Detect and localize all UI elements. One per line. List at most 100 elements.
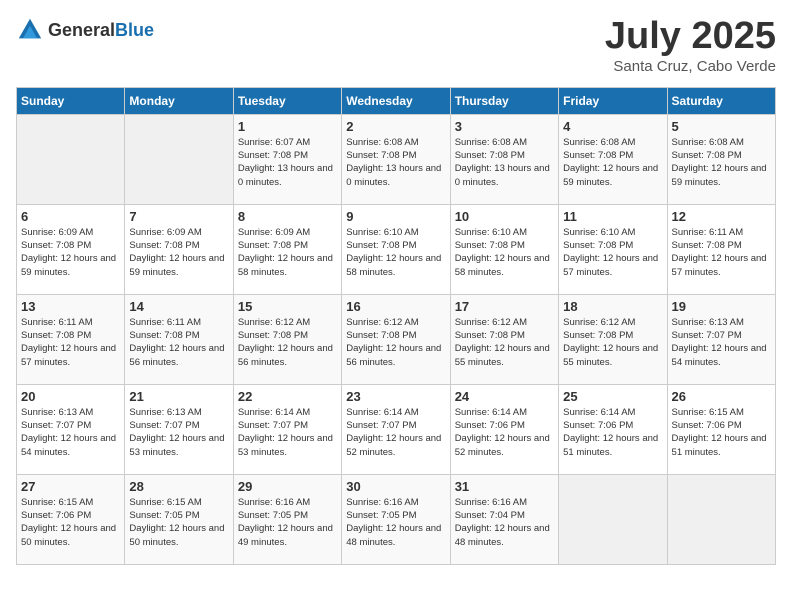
day-number: 3 — [455, 119, 554, 134]
day-info: Sunrise: 6:15 AM Sunset: 7:05 PM Dayligh… — [129, 496, 228, 549]
day-number: 5 — [672, 119, 771, 134]
calendar-cell: 27Sunrise: 6:15 AM Sunset: 7:06 PM Dayli… — [17, 474, 125, 564]
location: Santa Cruz, Cabo Verde — [605, 58, 776, 75]
week-row-1: 1 Sunrise: 6:07 AM Sunset: 7:08 PM Daylig… — [17, 114, 776, 204]
day-info: Sunrise: 6:10 AM Sunset: 7:08 PM Dayligh… — [346, 226, 445, 279]
day-number: 16 — [346, 299, 445, 314]
day-number: 23 — [346, 389, 445, 404]
day-info: Sunrise: 6:09 AM Sunset: 7:08 PM Dayligh… — [21, 226, 120, 279]
day-info: Sunrise: 6:14 AM Sunset: 7:06 PM Dayligh… — [563, 406, 662, 459]
day-info: Sunrise: 6:09 AM Sunset: 7:08 PM Dayligh… — [238, 226, 337, 279]
logo-icon — [16, 16, 44, 44]
day-info: Sunrise: 6:13 AM Sunset: 7:07 PM Dayligh… — [672, 316, 771, 369]
calendar-cell: 15 Sunrise: 6:12 AM Sunset: 7:08 PM Dayli… — [233, 294, 341, 384]
calendar-cell — [559, 474, 667, 564]
day-number: 15 — [238, 299, 337, 314]
calendar-cell: 31 Sunrise: 6:16 AM Sunset: 7:04 PM Dayli… — [450, 474, 558, 564]
day-number: 8 — [238, 209, 337, 224]
day-info: Sunrise: 6:16 AM Sunset: 7:05 PM Dayligh… — [238, 496, 337, 549]
calendar-cell: 6 Sunrise: 6:09 AM Sunset: 7:08 PM Daylig… — [17, 204, 125, 294]
logo: GeneralBlue — [16, 16, 154, 44]
day-info: Sunrise: 6:12 AM Sunset: 7:08 PM Dayligh… — [563, 316, 662, 369]
day-info: Sunrise: 6:10 AM Sunset: 7:08 PM Dayligh… — [455, 226, 554, 279]
calendar-cell: 13Sunrise: 6:11 AM Sunset: 7:08 PM Dayli… — [17, 294, 125, 384]
day-info: Sunrise: 6:13 AM Sunset: 7:07 PM Dayligh… — [129, 406, 228, 459]
calendar-cell: 4 Sunrise: 6:08 AM Sunset: 7:08 PM Daylig… — [559, 114, 667, 204]
weekday-header-wednesday: Wednesday — [342, 87, 450, 114]
calendar-cell: 18Sunrise: 6:12 AM Sunset: 7:08 PM Dayli… — [559, 294, 667, 384]
day-info: Sunrise: 6:14 AM Sunset: 7:06 PM Dayligh… — [455, 406, 554, 459]
day-info: Sunrise: 6:08 AM Sunset: 7:08 PM Dayligh… — [346, 136, 445, 189]
calendar-table: SundayMondayTuesdayWednesdayThursdayFrid… — [16, 87, 776, 565]
day-number: 6 — [21, 209, 120, 224]
day-info: Sunrise: 6:07 AM Sunset: 7:08 PM Dayligh… — [238, 136, 337, 189]
calendar-cell: 10Sunrise: 6:10 AM Sunset: 7:08 PM Dayli… — [450, 204, 558, 294]
day-info: Sunrise: 6:12 AM Sunset: 7:08 PM Dayligh… — [346, 316, 445, 369]
weekday-header-saturday: Saturday — [667, 87, 775, 114]
day-number: 19 — [672, 299, 771, 314]
weekday-header-friday: Friday — [559, 87, 667, 114]
calendar-cell — [17, 114, 125, 204]
calendar-cell: 22 Sunrise: 6:14 AM Sunset: 7:07 PM Dayli… — [233, 384, 341, 474]
week-row-4: 20 Sunrise: 6:13 AM Sunset: 7:07 PM Dayli… — [17, 384, 776, 474]
calendar-cell: 16 Sunrise: 6:12 AM Sunset: 7:08 PM Dayli… — [342, 294, 450, 384]
weekday-header-monday: Monday — [125, 87, 233, 114]
calendar-cell — [125, 114, 233, 204]
month-title: July 2025 — [605, 16, 776, 58]
calendar-cell: 24 Sunrise: 6:14 AM Sunset: 7:06 PM Dayli… — [450, 384, 558, 474]
day-number: 24 — [455, 389, 554, 404]
logo-text-general: General — [48, 20, 115, 40]
calendar-cell: 11 Sunrise: 6:10 AM Sunset: 7:08 PM Dayli… — [559, 204, 667, 294]
day-info: Sunrise: 6:16 AM Sunset: 7:05 PM Dayligh… — [346, 496, 445, 549]
day-number: 11 — [563, 209, 662, 224]
weekday-header-tuesday: Tuesday — [233, 87, 341, 114]
calendar-cell — [667, 474, 775, 564]
calendar-cell: 3 Sunrise: 6:08 AM Sunset: 7:08 PM Daylig… — [450, 114, 558, 204]
calendar-cell: 14 Sunrise: 6:11 AM Sunset: 7:08 PM Dayli… — [125, 294, 233, 384]
calendar-cell: 12Sunrise: 6:11 AM Sunset: 7:08 PM Dayli… — [667, 204, 775, 294]
day-number: 25 — [563, 389, 662, 404]
week-row-3: 13Sunrise: 6:11 AM Sunset: 7:08 PM Dayli… — [17, 294, 776, 384]
calendar-cell: 25 Sunrise: 6:14 AM Sunset: 7:06 PM Dayli… — [559, 384, 667, 474]
day-info: Sunrise: 6:11 AM Sunset: 7:08 PM Dayligh… — [129, 316, 228, 369]
day-info: Sunrise: 6:16 AM Sunset: 7:04 PM Dayligh… — [455, 496, 554, 549]
week-row-5: 27Sunrise: 6:15 AM Sunset: 7:06 PM Dayli… — [17, 474, 776, 564]
day-number: 28 — [129, 479, 228, 494]
day-info: Sunrise: 6:11 AM Sunset: 7:08 PM Dayligh… — [21, 316, 120, 369]
weekday-header-thursday: Thursday — [450, 87, 558, 114]
day-info: Sunrise: 6:10 AM Sunset: 7:08 PM Dayligh… — [563, 226, 662, 279]
weekday-header-row: SundayMondayTuesdayWednesdayThursdayFrid… — [17, 87, 776, 114]
day-info: Sunrise: 6:14 AM Sunset: 7:07 PM Dayligh… — [238, 406, 337, 459]
calendar-cell: 30Sunrise: 6:16 AM Sunset: 7:05 PM Dayli… — [342, 474, 450, 564]
calendar-cell: 26Sunrise: 6:15 AM Sunset: 7:06 PM Dayli… — [667, 384, 775, 474]
calendar-cell: 21 Sunrise: 6:13 AM Sunset: 7:07 PM Dayli… — [125, 384, 233, 474]
day-number: 31 — [455, 479, 554, 494]
calendar-cell: 5 Sunrise: 6:08 AM Sunset: 7:08 PM Daylig… — [667, 114, 775, 204]
day-info: Sunrise: 6:08 AM Sunset: 7:08 PM Dayligh… — [672, 136, 771, 189]
day-number: 14 — [129, 299, 228, 314]
day-number: 20 — [21, 389, 120, 404]
day-number: 21 — [129, 389, 228, 404]
day-info: Sunrise: 6:12 AM Sunset: 7:08 PM Dayligh… — [238, 316, 337, 369]
calendar-cell: 28 Sunrise: 6:15 AM Sunset: 7:05 PM Dayli… — [125, 474, 233, 564]
day-number: 4 — [563, 119, 662, 134]
day-info: Sunrise: 6:08 AM Sunset: 7:08 PM Dayligh… — [455, 136, 554, 189]
day-number: 1 — [238, 119, 337, 134]
day-number: 9 — [346, 209, 445, 224]
day-info: Sunrise: 6:13 AM Sunset: 7:07 PM Dayligh… — [21, 406, 120, 459]
day-info: Sunrise: 6:08 AM Sunset: 7:08 PM Dayligh… — [563, 136, 662, 189]
calendar-cell: 29 Sunrise: 6:16 AM Sunset: 7:05 PM Dayli… — [233, 474, 341, 564]
calendar-cell: 2Sunrise: 6:08 AM Sunset: 7:08 PM Daylig… — [342, 114, 450, 204]
calendar-cell: 19 Sunrise: 6:13 AM Sunset: 7:07 PM Dayli… — [667, 294, 775, 384]
day-info: Sunrise: 6:09 AM Sunset: 7:08 PM Dayligh… — [129, 226, 228, 279]
day-number: 7 — [129, 209, 228, 224]
day-info: Sunrise: 6:12 AM Sunset: 7:08 PM Dayligh… — [455, 316, 554, 369]
title-block: July 2025 Santa Cruz, Cabo Verde — [605, 16, 776, 75]
day-number: 27 — [21, 479, 120, 494]
page-header: GeneralBlue July 2025 Santa Cruz, Cabo V… — [16, 16, 776, 75]
day-number: 29 — [238, 479, 337, 494]
day-info: Sunrise: 6:11 AM Sunset: 7:08 PM Dayligh… — [672, 226, 771, 279]
calendar-cell: 20 Sunrise: 6:13 AM Sunset: 7:07 PM Dayli… — [17, 384, 125, 474]
calendar-cell: 7 Sunrise: 6:09 AM Sunset: 7:08 PM Daylig… — [125, 204, 233, 294]
day-number: 22 — [238, 389, 337, 404]
